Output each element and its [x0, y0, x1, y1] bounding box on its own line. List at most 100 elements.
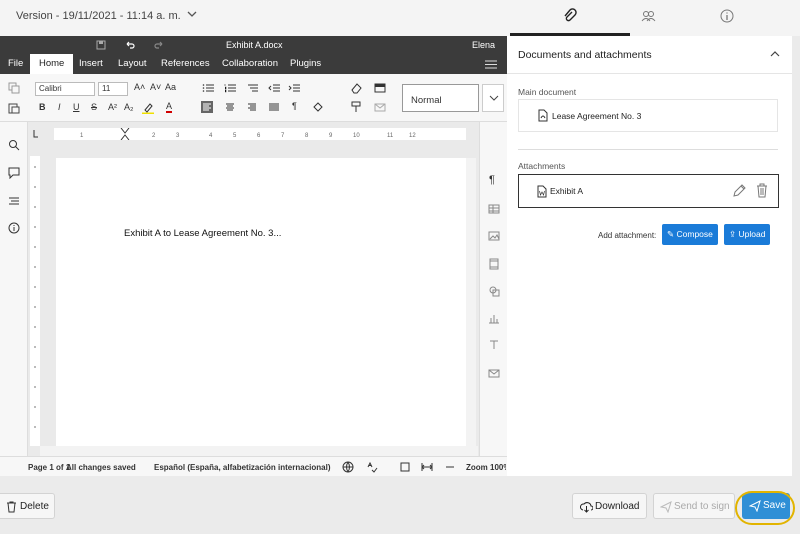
- menu-references[interactable]: References: [161, 58, 210, 69]
- delete-button[interactable]: Delete: [0, 493, 55, 519]
- justify-icon[interactable]: [268, 101, 280, 113]
- menu-file[interactable]: File: [8, 58, 23, 69]
- navigation-icon[interactable]: [8, 195, 20, 207]
- table-settings-icon[interactable]: [488, 203, 500, 215]
- comments-icon[interactable]: [8, 167, 20, 179]
- horizontal-ruler: 1 2 3 4 5 6 7 8 9 10 11 12: [33, 128, 466, 140]
- info-icon[interactable]: [8, 222, 20, 234]
- compose-label: Compose: [676, 229, 713, 239]
- highlight-ring: [735, 491, 795, 525]
- change-case-icon[interactable]: Aa: [165, 82, 176, 92]
- strikethrough-icon[interactable]: S: [91, 102, 97, 112]
- send-to-sign-button[interactable]: Send to sign: [653, 493, 735, 519]
- menu-home[interactable]: Home: [30, 54, 74, 74]
- compose-icon: ✎: [667, 229, 675, 239]
- numbered-list-icon[interactable]: [224, 82, 236, 94]
- pencil-icon[interactable]: [732, 184, 746, 198]
- spellcheck-icon[interactable]: [366, 461, 378, 473]
- panel-scrollbar[interactable]: [792, 36, 800, 476]
- fit-width-icon[interactable]: [421, 461, 433, 473]
- align-center-icon[interactable]: [224, 101, 236, 113]
- download-button[interactable]: Download: [572, 493, 647, 519]
- save-state: All changes saved: [66, 463, 136, 472]
- chevron-down-icon: [489, 95, 499, 101]
- clear-format-icon[interactable]: [350, 82, 362, 94]
- mail-merge-icon[interactable]: [488, 367, 500, 379]
- trash-icon[interactable]: [755, 183, 769, 198]
- bullet-list-icon[interactable]: [202, 82, 214, 94]
- hamburger-menu-icon[interactable]: [485, 60, 497, 69]
- copy-style-icon[interactable]: [350, 101, 362, 113]
- paperclip-icon[interactable]: [562, 8, 578, 24]
- menu-insert[interactable]: Insert: [79, 58, 103, 69]
- chart-settings-icon[interactable]: [488, 312, 500, 324]
- style-dropdown[interactable]: [482, 84, 504, 112]
- zoom-out-icon[interactable]: [444, 461, 456, 473]
- editor-menu-bar: File Home Insert Layout References Colla…: [0, 54, 507, 74]
- subscript-icon[interactable]: A₂: [124, 102, 134, 112]
- language-selector[interactable]: Español (España, alfabetización internac…: [154, 463, 330, 472]
- mail-merge-icon[interactable]: [374, 101, 386, 113]
- copy-icon[interactable]: [8, 82, 20, 94]
- vertical-scrollbar[interactable]: [466, 158, 476, 448]
- decrease-indent-icon[interactable]: [268, 82, 280, 94]
- paragraph-settings-icon[interactable]: ¶: [489, 174, 495, 186]
- font-size-select[interactable]: 11: [98, 82, 128, 96]
- underline-icon[interactable]: U: [73, 102, 80, 112]
- fit-page-icon[interactable]: [399, 461, 411, 473]
- upload-icon: ⇪: [729, 229, 737, 239]
- superscript-icon[interactable]: A²: [108, 102, 117, 112]
- paragraph-marks-icon[interactable]: ¶: [292, 101, 297, 111]
- header-footer-icon[interactable]: [488, 258, 500, 270]
- document-page[interactable]: Exhibit A to Lease Agreement No. 3...: [56, 158, 466, 448]
- shape-settings-icon[interactable]: [488, 285, 500, 297]
- increase-indent-icon[interactable]: [288, 82, 300, 94]
- font-name-select[interactable]: Calibri: [35, 82, 95, 96]
- style-preview[interactable]: Normal: [402, 84, 479, 112]
- highlight-color-icon[interactable]: [142, 102, 154, 114]
- bold-icon[interactable]: B: [39, 102, 46, 112]
- formatting-toolbar: Calibri 11 A˄ A˅ Aa B I U S A² A₂ A ¶ No…: [0, 74, 507, 122]
- color-scheme-icon[interactable]: [374, 82, 386, 94]
- paste-icon[interactable]: [8, 102, 20, 114]
- panel-header[interactable]: Documents and attachments: [507, 36, 792, 74]
- panel-title: Documents and attachments: [518, 49, 652, 61]
- font-color-icon[interactable]: A: [166, 101, 173, 113]
- shading-icon[interactable]: [312, 101, 324, 113]
- version-selector[interactable]: Version - 19/11/2021 - 11:14 a. m.: [16, 10, 181, 22]
- attachment-name: Exhibit A: [550, 186, 584, 196]
- people-icon[interactable]: [640, 8, 656, 24]
- menu-layout[interactable]: Layout: [118, 58, 147, 69]
- menu-plugins[interactable]: Plugins: [290, 58, 321, 69]
- chevron-down-icon[interactable]: [186, 8, 198, 20]
- image-settings-icon[interactable]: [488, 230, 500, 242]
- text-art-icon[interactable]: [488, 339, 500, 351]
- compose-button[interactable]: ✎ Compose: [662, 224, 718, 245]
- document-body-text[interactable]: Exhibit A to Lease Agreement No. 3...: [124, 228, 281, 239]
- main-document-item[interactable]: Lease Agreement No. 3: [518, 99, 778, 132]
- document-editor: Exhibit A.docx Elena File Home Insert La…: [0, 36, 507, 476]
- upload-button[interactable]: ⇪ Upload: [724, 224, 771, 245]
- documents-panel: Documents and attachments Main document …: [507, 36, 792, 476]
- info-icon[interactable]: [719, 8, 735, 24]
- redo-icon[interactable]: [153, 39, 165, 51]
- undo-icon[interactable]: [124, 39, 136, 51]
- download-label: Download: [595, 501, 640, 512]
- save-document-icon[interactable]: [95, 39, 107, 51]
- chevron-up-icon[interactable]: [770, 50, 780, 58]
- search-icon[interactable]: [8, 139, 20, 151]
- globe-icon[interactable]: [342, 461, 354, 473]
- decrease-font-icon[interactable]: A˅: [150, 82, 161, 92]
- align-left-icon[interactable]: [201, 101, 213, 113]
- italic-icon[interactable]: I: [58, 102, 61, 112]
- horizontal-scrollbar[interactable]: [40, 446, 478, 456]
- trash-icon: [7, 501, 16, 513]
- increase-font-icon[interactable]: A˄: [134, 82, 145, 92]
- attachment-item[interactable]: Exhibit A: [518, 174, 779, 208]
- editor-title-bar: Exhibit A.docx Elena: [0, 36, 507, 54]
- delete-label: Delete: [20, 501, 49, 512]
- menu-collaboration[interactable]: Collaboration: [222, 58, 278, 69]
- multilevel-list-icon[interactable]: [246, 82, 258, 94]
- align-right-icon[interactable]: [246, 101, 258, 113]
- add-attachment-label: Add attachment:: [598, 231, 657, 240]
